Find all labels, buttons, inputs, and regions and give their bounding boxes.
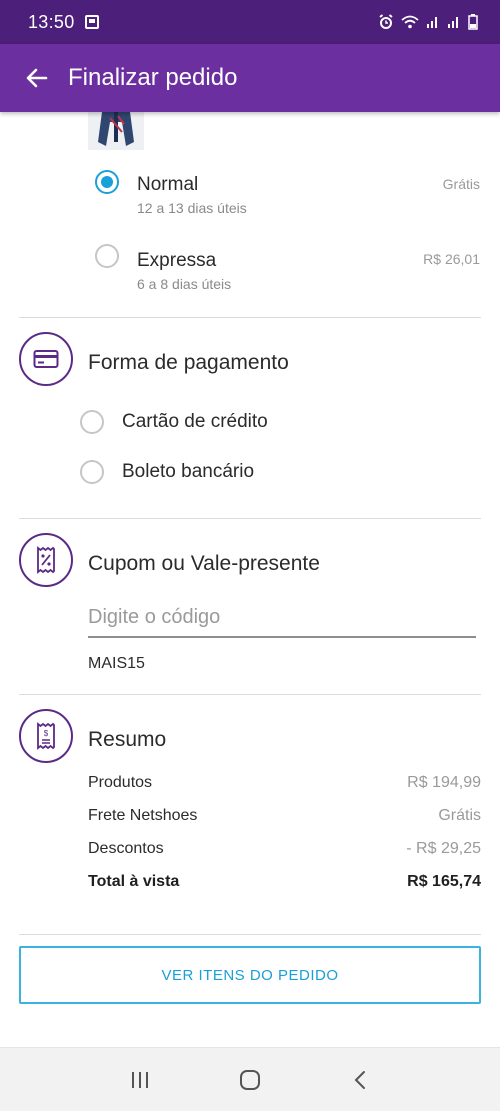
summary-row-value: R$ 194,99 <box>407 774 481 791</box>
total-label: Total à vista <box>88 873 180 890</box>
payment-option-label: Boleto bancário <box>122 461 255 482</box>
shipping-option-normal[interactable]: Normal 12 a 13 dias úteis Grátis <box>0 162 500 232</box>
checkout-content[interactable]: Normal 12 a 13 dias úteis Grátis Express… <box>0 112 500 1047</box>
coupon-percent-icon <box>19 533 73 587</box>
shipping-normal-radio[interactable] <box>95 170 119 194</box>
product-thumbnail <box>88 112 144 150</box>
battery-icon <box>468 14 478 30</box>
shipping-expressa-radio[interactable] <box>95 244 119 268</box>
shipping-option-price: Grátis <box>442 176 480 192</box>
payment-option-credit-card[interactable]: Cartão de crédito <box>80 409 340 439</box>
arrow-left-icon <box>26 68 48 88</box>
shipping-option-name: Expressa <box>137 250 217 271</box>
system-back-button[interactable] <box>338 1058 382 1102</box>
status-icons <box>378 14 478 30</box>
recent-apps-icon <box>132 1071 148 1088</box>
summary-row-label: Frete Netshoes <box>88 807 198 824</box>
view-order-items-button[interactable]: VER ITENS DO PEDIDO <box>19 946 481 1004</box>
summary-row-value: Grátis <box>438 807 481 824</box>
coupon-code-input[interactable] <box>88 598 476 638</box>
app-bar: Finalizar pedido <box>0 44 500 112</box>
payment-section-title: Forma de pagamento <box>88 351 289 374</box>
divider <box>19 518 481 519</box>
payment-option-label: Cartão de crédito <box>122 411 268 432</box>
shipping-option-eta: 6 a 8 dias úteis <box>137 276 232 292</box>
shipping-option-price: R$ 26,01 <box>423 251 480 267</box>
alarm-icon <box>379 14 393 29</box>
summary-section-title: Resumo <box>88 728 167 751</box>
status-time: 13:50 <box>28 11 75 32</box>
credit-card-radio[interactable] <box>80 410 104 434</box>
summary-row-frete: Frete Netshoes Grátis <box>88 807 481 831</box>
back-button[interactable] <box>20 61 54 95</box>
payment-option-boleto[interactable]: Boleto bancário <box>80 459 340 489</box>
home-button[interactable] <box>228 1058 272 1102</box>
chevron-left-icon <box>354 1070 365 1089</box>
shipping-option-name: Normal <box>137 174 199 195</box>
screenshot-notification-icon <box>84 15 99 29</box>
svg-text:$: $ <box>44 729 49 738</box>
applied-coupon-code: MAIS15 <box>88 655 145 672</box>
summary-row-total: Total à vista R$ 165,74 <box>88 873 481 897</box>
summary-row-label: Produtos <box>88 774 153 791</box>
home-icon <box>240 1069 260 1090</box>
receipt-icon: $ <box>19 709 73 763</box>
wifi-icon <box>401 15 419 29</box>
boleto-radio[interactable] <box>80 460 104 484</box>
divider <box>19 317 481 318</box>
divider <box>19 934 481 935</box>
page-title: Finalizar pedido <box>68 64 238 91</box>
shipping-option-expressa[interactable]: Expressa 6 a 8 dias úteis R$ 26,01 <box>0 238 500 308</box>
summary-row-value: - R$ 29,25 <box>406 840 481 857</box>
coupon-section-title: Cupom ou Vale-presente <box>88 552 320 575</box>
signal-icon-2 <box>448 17 458 28</box>
shipping-option-eta: 12 a 13 dias úteis <box>137 200 247 216</box>
divider <box>19 694 481 695</box>
status-bar: 13:50 <box>0 0 500 44</box>
credit-card-icon <box>19 332 73 386</box>
summary-row-label: Descontos <box>88 840 164 857</box>
signal-icon <box>427 17 437 28</box>
system-navigation-bar <box>0 1047 500 1111</box>
summary-row-produtos: Produtos R$ 194,99 <box>88 774 481 798</box>
recent-apps-button[interactable] <box>118 1058 162 1102</box>
total-value: R$ 165,74 <box>407 873 481 890</box>
summary-row-descontos: Descontos - R$ 29,25 <box>88 840 481 864</box>
